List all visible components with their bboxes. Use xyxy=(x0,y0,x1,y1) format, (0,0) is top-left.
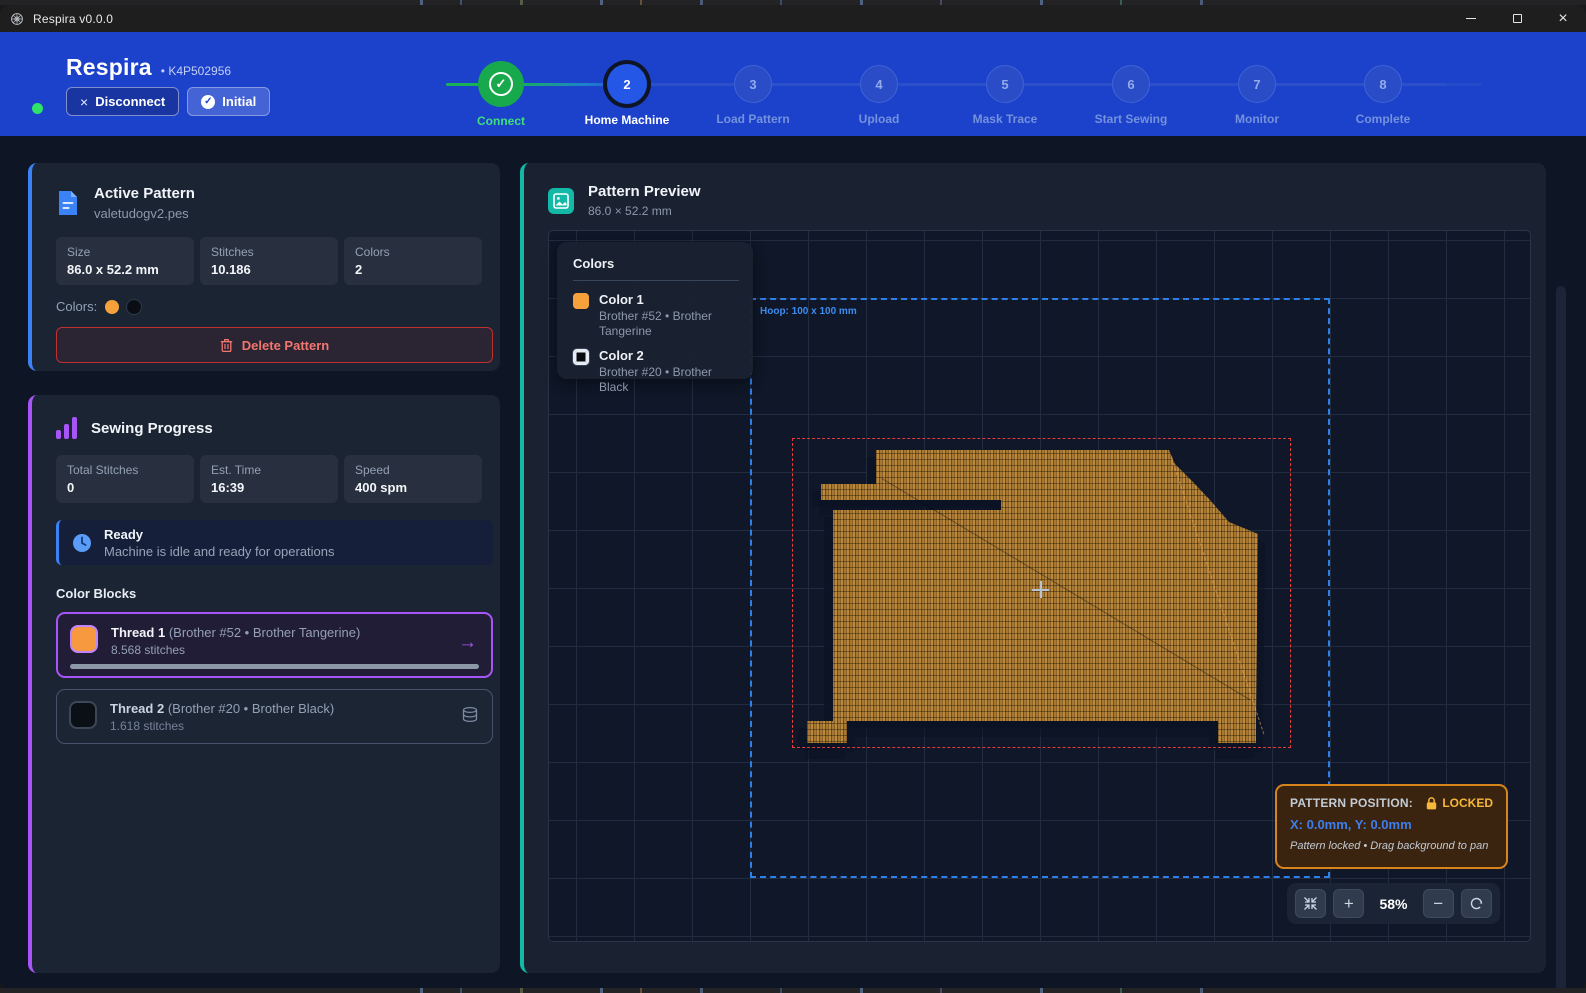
database-icon xyxy=(461,706,479,724)
colors-panel-title: Colors xyxy=(573,256,739,271)
position-label: PATTERN POSITION: xyxy=(1290,796,1413,810)
status-desc: Machine is idle and ready for operations xyxy=(104,544,335,559)
fit-view-button[interactable] xyxy=(1295,889,1326,918)
app-icon xyxy=(10,12,24,26)
workflow-stepper: ✓ Connect 2 Home Machine 3 Load Pattern … xyxy=(438,44,1518,130)
pattern-dimensions: 86.0 × 52.2 mm xyxy=(588,204,701,218)
zoom-in-button[interactable]: + xyxy=(1333,889,1364,918)
step-start-sewing[interactable]: 6 Start Sewing xyxy=(1068,44,1194,128)
close-button[interactable]: × xyxy=(1540,5,1586,32)
step-upload[interactable]: 4 Upload xyxy=(816,44,942,128)
color-dot-black xyxy=(127,300,141,314)
colors-label: Colors: xyxy=(56,299,97,314)
machine-status-banner: Ready Machine is idle and ready for oper… xyxy=(56,520,493,565)
position-coords: X: 0.0mm, Y: 0.0mm xyxy=(1290,817,1493,832)
color-blocks-heading: Color Blocks xyxy=(56,586,482,601)
minimize-icon xyxy=(1466,18,1476,19)
active-pattern-card: Active Pattern valetudogv2.pes Size 86.0… xyxy=(28,163,500,371)
zoom-out-button[interactable]: − xyxy=(1423,889,1454,918)
color2-swatch xyxy=(573,349,589,365)
background-window-sliver-bottom xyxy=(0,988,1586,993)
clock-icon xyxy=(72,533,92,553)
stat-size: Size 86.0 x 52.2 mm xyxy=(56,237,194,285)
step-connect[interactable]: ✓ Connect xyxy=(438,44,564,128)
step-mask-trace[interactable]: 5 Mask Trace xyxy=(942,44,1068,128)
fit-view-icon xyxy=(1303,896,1318,911)
app-window: Respira v0.0.0 × Respira • K4P502956 × D… xyxy=(0,5,1586,988)
reset-view-button[interactable] xyxy=(1461,889,1492,918)
step-monitor[interactable]: 7 Monitor xyxy=(1194,44,1320,128)
thread2-swatch xyxy=(69,701,97,729)
colors-panel: Colors Color 1 Brother #52 • Brother Tan… xyxy=(557,242,753,379)
disconnect-button[interactable]: × Disconnect xyxy=(66,87,179,116)
step-home-machine[interactable]: 2 Home Machine xyxy=(564,44,690,128)
image-icon xyxy=(548,188,574,214)
color-item-1: Color 1 Brother #52 • Brother Tangerine xyxy=(573,292,739,339)
machine-serial: • K4P502956 xyxy=(161,64,231,78)
status-title: Ready xyxy=(104,527,335,542)
trash-icon xyxy=(220,338,233,352)
x-icon: × xyxy=(80,94,88,110)
bar-chart-icon xyxy=(56,417,77,439)
sewing-progress-card: Sewing Progress Total Stitches 0 Est. Ti… xyxy=(28,395,500,973)
minus-icon: − xyxy=(1433,894,1443,914)
maximize-button[interactable] xyxy=(1494,5,1540,32)
hoop-label: Hoop: 100 x 100 mm xyxy=(760,306,857,317)
file-icon xyxy=(56,190,80,216)
check-circle-icon: ✓ xyxy=(201,95,215,109)
step-complete[interactable]: 8 Complete xyxy=(1320,44,1446,128)
zoom-toolbar: + 58% − xyxy=(1287,883,1500,924)
color-dot-tangerine xyxy=(105,300,119,314)
card-title: Sewing Progress xyxy=(91,420,213,437)
color-item-2: Color 2 Brother #20 • Brother Black xyxy=(573,348,739,395)
close-icon: × xyxy=(1558,11,1567,27)
step-connect-circle: ✓ xyxy=(480,63,522,105)
divider xyxy=(573,280,739,281)
thread1-progress-bar xyxy=(70,664,479,669)
locked-badge: LOCKED xyxy=(1426,796,1493,810)
card-title: Pattern Preview xyxy=(588,183,701,200)
thread-block-1[interactable]: Thread 1 (Brother #52 • Brother Tangerin… xyxy=(56,612,493,678)
header: Respira • K4P502956 × Disconnect ✓ Initi… xyxy=(0,32,1586,136)
color1-swatch xyxy=(573,293,589,309)
stat-total-stitches: Total Stitches 0 xyxy=(56,455,194,503)
lock-icon xyxy=(1426,797,1437,810)
stat-colors: Colors 2 xyxy=(344,237,482,285)
minimize-button[interactable] xyxy=(1448,5,1494,32)
initial-button[interactable]: ✓ Initial xyxy=(187,87,270,116)
thread1-swatch xyxy=(70,625,98,653)
check-icon: ✓ xyxy=(489,72,513,96)
maximize-icon xyxy=(1513,14,1522,23)
plus-icon: + xyxy=(1344,894,1354,914)
card-title: Active Pattern xyxy=(94,185,195,202)
stat-est-time: Est. Time 16:39 xyxy=(200,455,338,503)
stepper-line-tail xyxy=(1446,83,1482,86)
main-content: Active Pattern valetudogv2.pes Size 86.0… xyxy=(0,136,1586,988)
center-crosshair-icon xyxy=(1032,581,1049,598)
thread-block-2[interactable]: Thread 2 (Brother #20 • Brother Black) 1… xyxy=(56,689,493,744)
window-title: Respira v0.0.0 xyxy=(33,12,113,26)
titlebar: Respira v0.0.0 × xyxy=(0,5,1586,32)
stat-speed: Speed 400 spm xyxy=(344,455,482,503)
arrow-right-icon: → xyxy=(458,632,477,654)
position-hint: Pattern locked • Drag background to pan xyxy=(1290,840,1493,852)
zoom-level: 58% xyxy=(1371,896,1415,912)
pattern-filename: valetudogv2.pes xyxy=(94,206,195,221)
app-name: Respira xyxy=(66,54,152,81)
stat-stitches: Stitches 10.186 xyxy=(200,237,338,285)
delete-pattern-button[interactable]: Delete Pattern xyxy=(56,327,493,363)
step-load-pattern[interactable]: 3 Load Pattern xyxy=(690,44,816,128)
reset-icon xyxy=(1469,896,1484,911)
scrollbar-thumb[interactable] xyxy=(1556,286,1566,988)
pattern-position-overlay: PATTERN POSITION: LOCKED X: 0.0mm, Y: 0.… xyxy=(1275,784,1508,869)
connection-status-dot xyxy=(32,103,43,114)
pattern-preview-card: Pattern Preview 86.0 × 52.2 mm Hoop: 100… xyxy=(520,163,1546,973)
